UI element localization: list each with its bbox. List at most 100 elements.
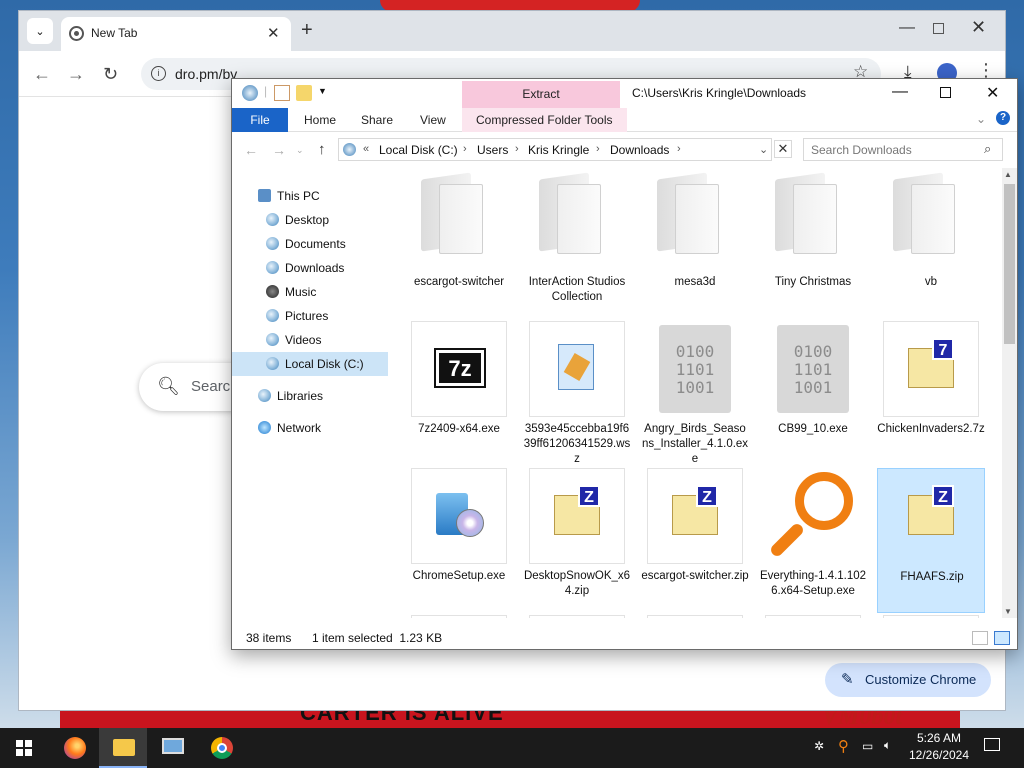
file-item[interactable]: ChromeSetup.exe [405,468,513,613]
tab-compressed-folder-tools[interactable]: Compressed Folder Tools [462,108,627,132]
tray-app-icon[interactable]: ✲ [814,739,824,753]
file-item[interactable]: vb [877,172,985,319]
back-button[interactable]: ← [33,64,51,85]
expand-ribbon-icon[interactable]: ⌄ [976,112,986,126]
taskbar-firefox[interactable] [50,728,98,768]
notification-icon[interactable] [984,738,1000,751]
tab-home[interactable]: Home [290,108,350,132]
nav-pictures[interactable]: Pictures [232,304,388,328]
nav-desktop[interactable]: Desktop [232,208,388,232]
file-item[interactable]: 0100 1101 1001 Angry_Birds_Seasons_Insta… [641,321,749,466]
taskbar-computer[interactable] [148,728,196,768]
file-item-partial[interactable] [647,615,743,618]
drive-icon [242,85,258,101]
tab-share[interactable]: Share [347,108,407,132]
url-text[interactable]: dro.pm/bv [175,66,237,82]
nav-local-disk[interactable]: Local Disk (C:) [232,352,388,376]
file-item-partial[interactable] [883,615,979,618]
tab-search-button[interactable]: ⌄ [27,18,53,44]
chevron-right-icon[interactable]: › [677,143,681,155]
drive-icon [266,357,279,370]
taskbar-chrome[interactable] [197,728,245,768]
scroll-up-icon[interactable]: ▲ [1004,170,1012,179]
nav-network[interactable]: Network [232,416,388,440]
forward-button[interactable]: → [67,64,85,85]
clock[interactable]: 5:26 AM 12/26/2024 [904,730,974,764]
clear-address-icon[interactable]: ✕ [774,140,792,158]
customize-chrome-button[interactable]: ✎ Customize Chrome [825,663,991,697]
nav-this-pc[interactable]: This PC [232,184,388,208]
back-button[interactable]: ← [244,142,258,158]
new-tab-button[interactable]: + [301,19,313,42]
forward-button[interactable]: → [272,142,286,158]
properties-icon[interactable] [274,85,290,101]
tab-new-tab[interactable]: New Tab ✕ [61,17,291,51]
file-item[interactable]: 7z 7z2409-x64.exe [405,321,513,466]
tab-close-icon[interactable]: ✕ [267,24,280,42]
tab-file[interactable]: File [232,108,288,132]
maximize-button[interactable] [933,23,944,34]
file-item[interactable]: Z DesktopSnowOK_x64.zip [523,468,631,613]
file-item[interactable]: Everything-1.4.1.1026.x64-Setup.exe [759,468,867,613]
file-name: CB99_10.exe [778,423,848,435]
file-item[interactable]: Tiny Christmas [759,172,867,319]
volume-icon[interactable]: 🔈︎ [884,738,891,753]
breadcrumb-local-disk[interactable]: Local Disk (C:) [379,143,458,157]
chevron-right-icon[interactable]: › [463,143,467,155]
help-icon[interactable]: ? [996,111,1010,125]
start-button[interactable] [16,740,32,756]
minimize-button[interactable]: — [899,19,915,37]
recent-locations-icon[interactable]: ⌄ [296,145,304,156]
new-folder-icon[interactable] [296,85,312,101]
contextual-tab-extract[interactable]: Extract [462,81,620,108]
file-item-partial[interactable] [765,615,861,618]
breadcrumb-kris-kringle[interactable]: Kris Kringle [528,143,589,157]
up-button[interactable]: ↑ [318,141,326,158]
file-item[interactable]: escargot-switcher [405,172,513,319]
scroll-down-icon[interactable]: ▼ [1004,607,1012,616]
file-item-partial[interactable] [529,615,625,618]
file-name: Angry_Birds_Seasons_Installer_4.1.0.exe [641,423,749,465]
site-info-icon[interactable]: i [151,66,166,81]
nav-videos[interactable]: Videos [232,328,388,352]
everything-tray-icon[interactable]: ⚲ [838,737,849,755]
file-name: ChickenInvaders2.7z [877,423,985,435]
breadcrumb[interactable]: « Local Disk (C:) › Users › Kris Kringle… [338,138,772,161]
details-view-icon[interactable] [972,631,988,645]
nav-documents[interactable]: Documents [232,232,388,256]
chevron-right-icon[interactable]: › [515,143,519,155]
breadcrumb-users[interactable]: Users [477,143,508,157]
file-name: InterAction Studios Collection [528,276,626,303]
qat-dropdown-icon[interactable]: ▼ [318,86,327,96]
file-item[interactable]: InterAction Studios Collection [523,172,631,319]
file-item-partial[interactable] [411,615,507,618]
close-window-button[interactable]: ✕ [986,83,999,103]
drive-icon [343,143,356,156]
chevron-right-icon[interactable]: › [596,143,600,155]
nav-downloads[interactable]: Downloads [232,256,388,280]
minimize-button[interactable]: — [892,83,908,101]
reload-button[interactable]: ↻ [103,64,118,85]
taskbar-file-explorer[interactable] [99,728,147,768]
breadcrumb-downloads[interactable]: Downloads [610,143,669,157]
wsz-file-icon [529,321,625,417]
search-input[interactable]: Search Downloads ⌕ [803,138,1003,161]
close-window-button[interactable]: ✕ [971,17,986,38]
nav-label: Network [277,421,322,435]
file-item[interactable]: 7 ChickenInvaders2.7z [877,321,985,466]
overflow-icon[interactable]: « [363,143,369,155]
file-item[interactable]: 3593e45ccebba19f639ff61206341529.wsz [523,321,631,466]
scrollbar-thumb[interactable] [1004,184,1015,344]
file-item[interactable]: 0100 1101 1001 CB99_10.exe [759,321,867,466]
nav-music[interactable]: Music [232,280,388,304]
large-icons-view-icon[interactable] [994,631,1010,645]
file-name: mesa3d [674,276,716,288]
file-item[interactable]: mesa3d [641,172,749,319]
nav-libraries[interactable]: Libraries [232,384,388,408]
network-icon[interactable]: ▭ [862,739,873,753]
file-item-selected[interactable]: Z FHAAFS.zip [877,468,985,613]
chevron-down-icon[interactable]: ⌄ [759,143,768,156]
file-item[interactable]: Z escargot-switcher.zip [641,468,749,613]
maximize-button[interactable] [940,87,951,98]
tab-view[interactable]: View [406,108,460,132]
